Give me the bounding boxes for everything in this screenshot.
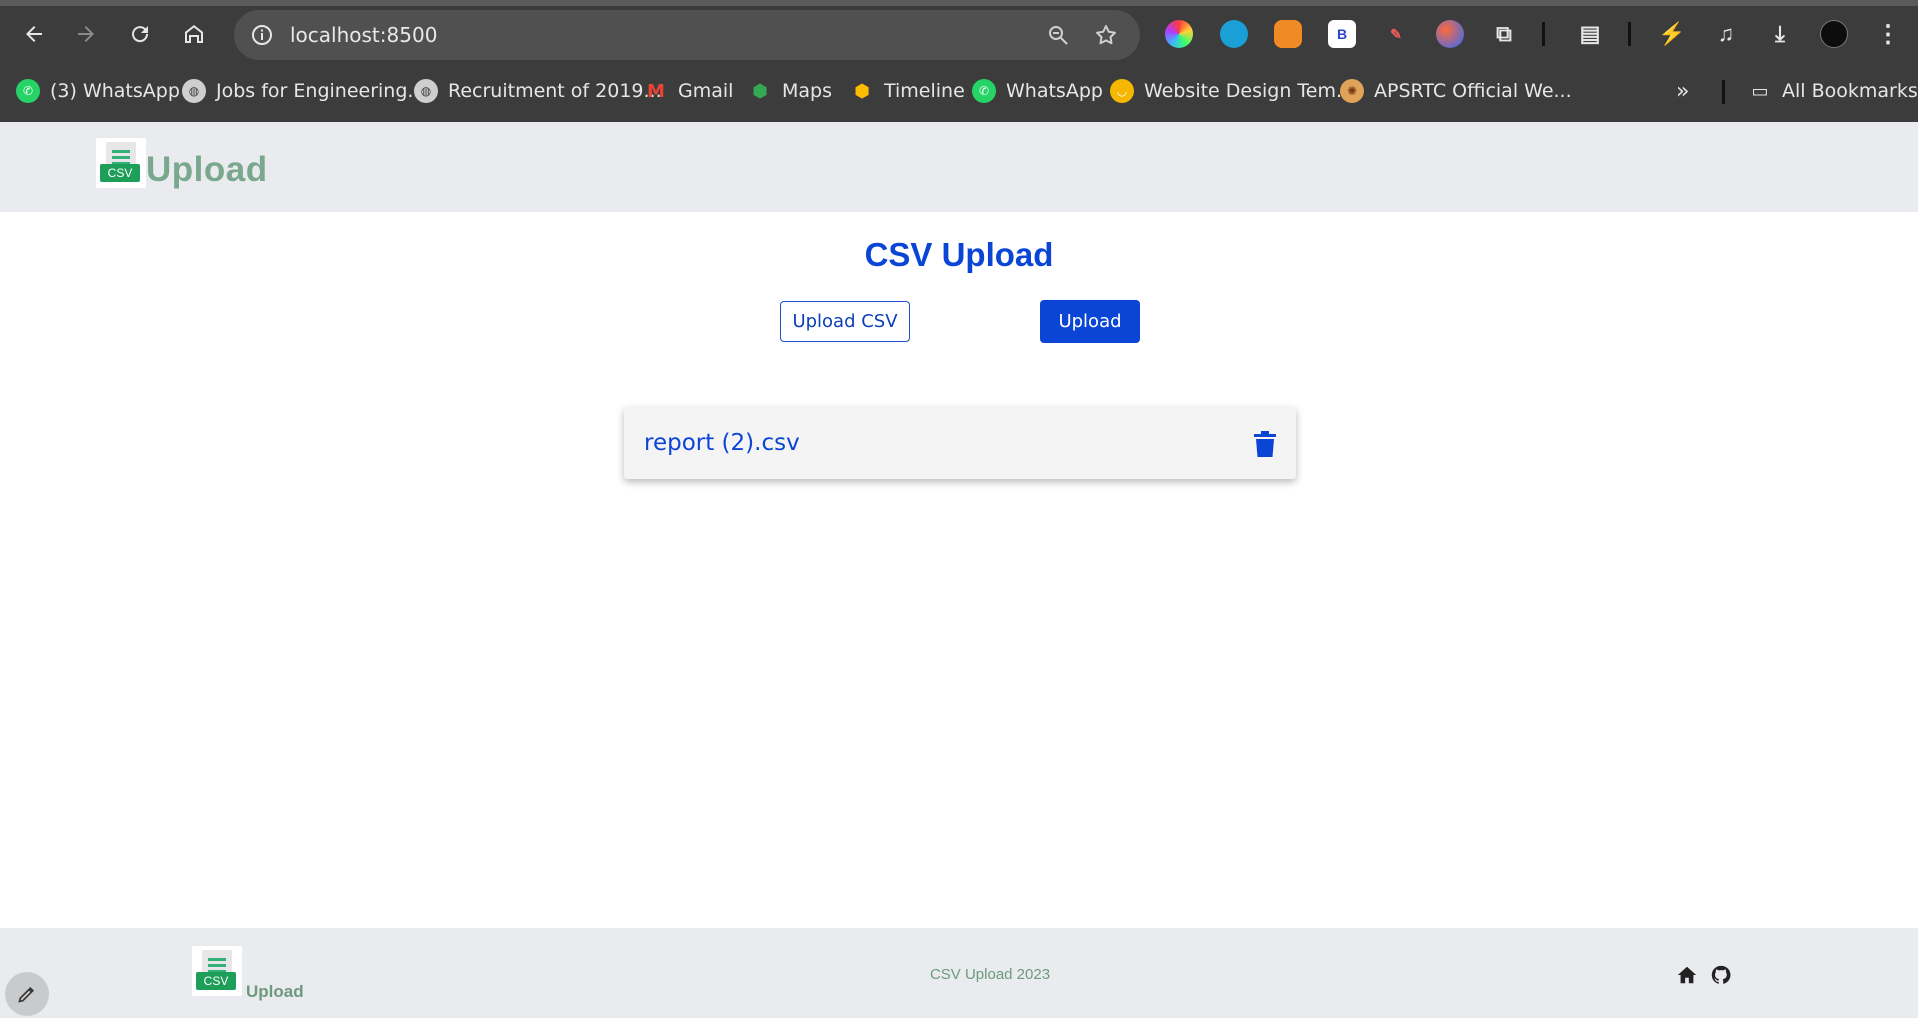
metamask-fox-icon[interactable] xyxy=(1274,20,1302,48)
folder-icon: ▭ xyxy=(1751,80,1769,102)
bookmark-item[interactable]: ◍ Recruitment of 2019... xyxy=(414,78,662,104)
bookmark-item[interactable]: ⬢ Maps xyxy=(748,78,832,104)
whatsapp-icon: ✆ xyxy=(16,79,40,103)
home-icon[interactable] xyxy=(1676,964,1698,986)
all-bookmarks-button[interactable]: ▭ All Bookmarks xyxy=(1748,78,1918,104)
home-icon xyxy=(185,25,203,43)
bookmark-label: Website Design Tem... xyxy=(1144,80,1355,102)
bookmark-label: Recruitment of 2019... xyxy=(448,80,662,102)
file-name: report (2).csv xyxy=(644,430,800,456)
colorzilla-extension-icon[interactable] xyxy=(1165,20,1193,48)
trash-icon[interactable] xyxy=(1254,431,1276,457)
all-bookmarks-label: All Bookmarks xyxy=(1782,80,1918,102)
pen-icon xyxy=(18,986,35,1003)
bookmarks-divider xyxy=(1722,80,1725,104)
maps-icon: ⬢ xyxy=(854,80,870,102)
window-edge xyxy=(0,0,1918,6)
more-bookmarks-chevron-icon[interactable]: » xyxy=(1676,78,1689,104)
extension-icon[interactable] xyxy=(1220,20,1248,48)
footer-title[interactable]: Upload xyxy=(246,982,304,1002)
uiverse-icon: ◡ xyxy=(1110,79,1134,103)
site-info-icon[interactable] xyxy=(250,23,274,47)
extension-circle-icon[interactable] xyxy=(1436,20,1464,48)
bookmark-label: APSRTC Official We... xyxy=(1374,80,1572,102)
bookmark-item[interactable]: ✆ WhatsApp xyxy=(972,78,1103,104)
reload-button[interactable] xyxy=(122,16,158,52)
bookmark-label: Jobs for Engineering... xyxy=(216,80,426,102)
bookmark-item[interactable]: ⬢ Timeline xyxy=(850,78,965,104)
bookmark-label: Gmail xyxy=(678,80,734,102)
toolbar-divider xyxy=(1542,22,1545,46)
bookmark-item[interactable]: ◍ Jobs for Engineering... xyxy=(182,78,426,104)
bookmark-label: Maps xyxy=(782,80,832,102)
extensions-puzzle-icon[interactable]: ⧉ xyxy=(1490,20,1518,48)
eyedropper-extension-icon[interactable]: ✎ xyxy=(1382,20,1410,48)
download-icon[interactable]: ⤓ xyxy=(1766,20,1794,48)
bookmark-label: WhatsApp xyxy=(1006,80,1103,102)
footer-copyright: CSV Upload 2023 xyxy=(929,966,1051,983)
back-button[interactable] xyxy=(16,16,52,52)
home-button[interactable] xyxy=(176,16,212,52)
forward-arrow-icon xyxy=(78,26,94,42)
csv-tag: CSV xyxy=(100,164,140,182)
app-header xyxy=(0,122,1918,212)
gmail-icon: M xyxy=(647,80,665,102)
globe-icon: ◍ xyxy=(414,79,438,103)
media-controls-icon[interactable]: ♫ xyxy=(1712,20,1740,48)
upload-button[interactable]: Upload xyxy=(1040,300,1140,343)
bookmark-item[interactable]: ✆ (3) WhatsApp xyxy=(16,78,180,104)
toolbar-divider xyxy=(1628,22,1631,46)
globe-icon: ◍ xyxy=(182,79,206,103)
browser-menu-icon[interactable]: ⋮ xyxy=(1874,20,1902,48)
maps-icon: ⬢ xyxy=(752,80,768,102)
url-text[interactable]: localhost:8500 xyxy=(290,23,437,47)
reading-list-icon[interactable]: ▤ xyxy=(1576,20,1604,48)
apsrtc-icon: ✺ xyxy=(1340,79,1364,103)
edit-pen-button[interactable] xyxy=(5,972,49,1016)
bookmark-item[interactable]: ✺ APSRTC Official We... xyxy=(1340,78,1572,104)
forward-button[interactable] xyxy=(68,16,104,52)
file-list-item: report (2).csv xyxy=(624,407,1296,479)
header-title[interactable]: Upload xyxy=(146,150,268,190)
bookmarks-bar: ✆ (3) WhatsApp ◍ Jobs for Engineering...… xyxy=(0,72,1918,108)
reload-icon xyxy=(132,26,149,43)
extension-b-icon[interactable]: B xyxy=(1328,20,1356,48)
profile-avatar[interactable] xyxy=(1820,20,1848,48)
browser-toolbar: localhost:8500 B ✎ ⧉ ▤ ⚡ ♫ ⤓ ⋮ ✆ (3) Wha… xyxy=(0,0,1918,122)
bookmark-label: Timeline xyxy=(884,80,965,102)
github-icon[interactable] xyxy=(1710,964,1732,986)
bookmark-item[interactable]: M Gmail xyxy=(644,78,733,104)
upload-csv-button[interactable]: Upload CSV xyxy=(780,301,910,342)
csv-logo-icon[interactable]: CSV xyxy=(96,138,146,188)
address-bar[interactable]: localhost:8500 xyxy=(234,10,1140,60)
page-title: CSV Upload xyxy=(864,236,1054,273)
performance-icon[interactable]: ⚡ xyxy=(1658,20,1686,48)
bookmark-star-icon[interactable] xyxy=(1094,23,1118,47)
whatsapp-icon: ✆ xyxy=(972,79,996,103)
back-arrow-icon xyxy=(26,26,42,42)
bookmark-item[interactable]: ◡ Website Design Tem... xyxy=(1110,78,1354,104)
zoom-icon[interactable] xyxy=(1046,23,1070,47)
bookmark-label: (3) WhatsApp xyxy=(50,80,180,102)
ext-b-label: B xyxy=(1336,26,1348,42)
